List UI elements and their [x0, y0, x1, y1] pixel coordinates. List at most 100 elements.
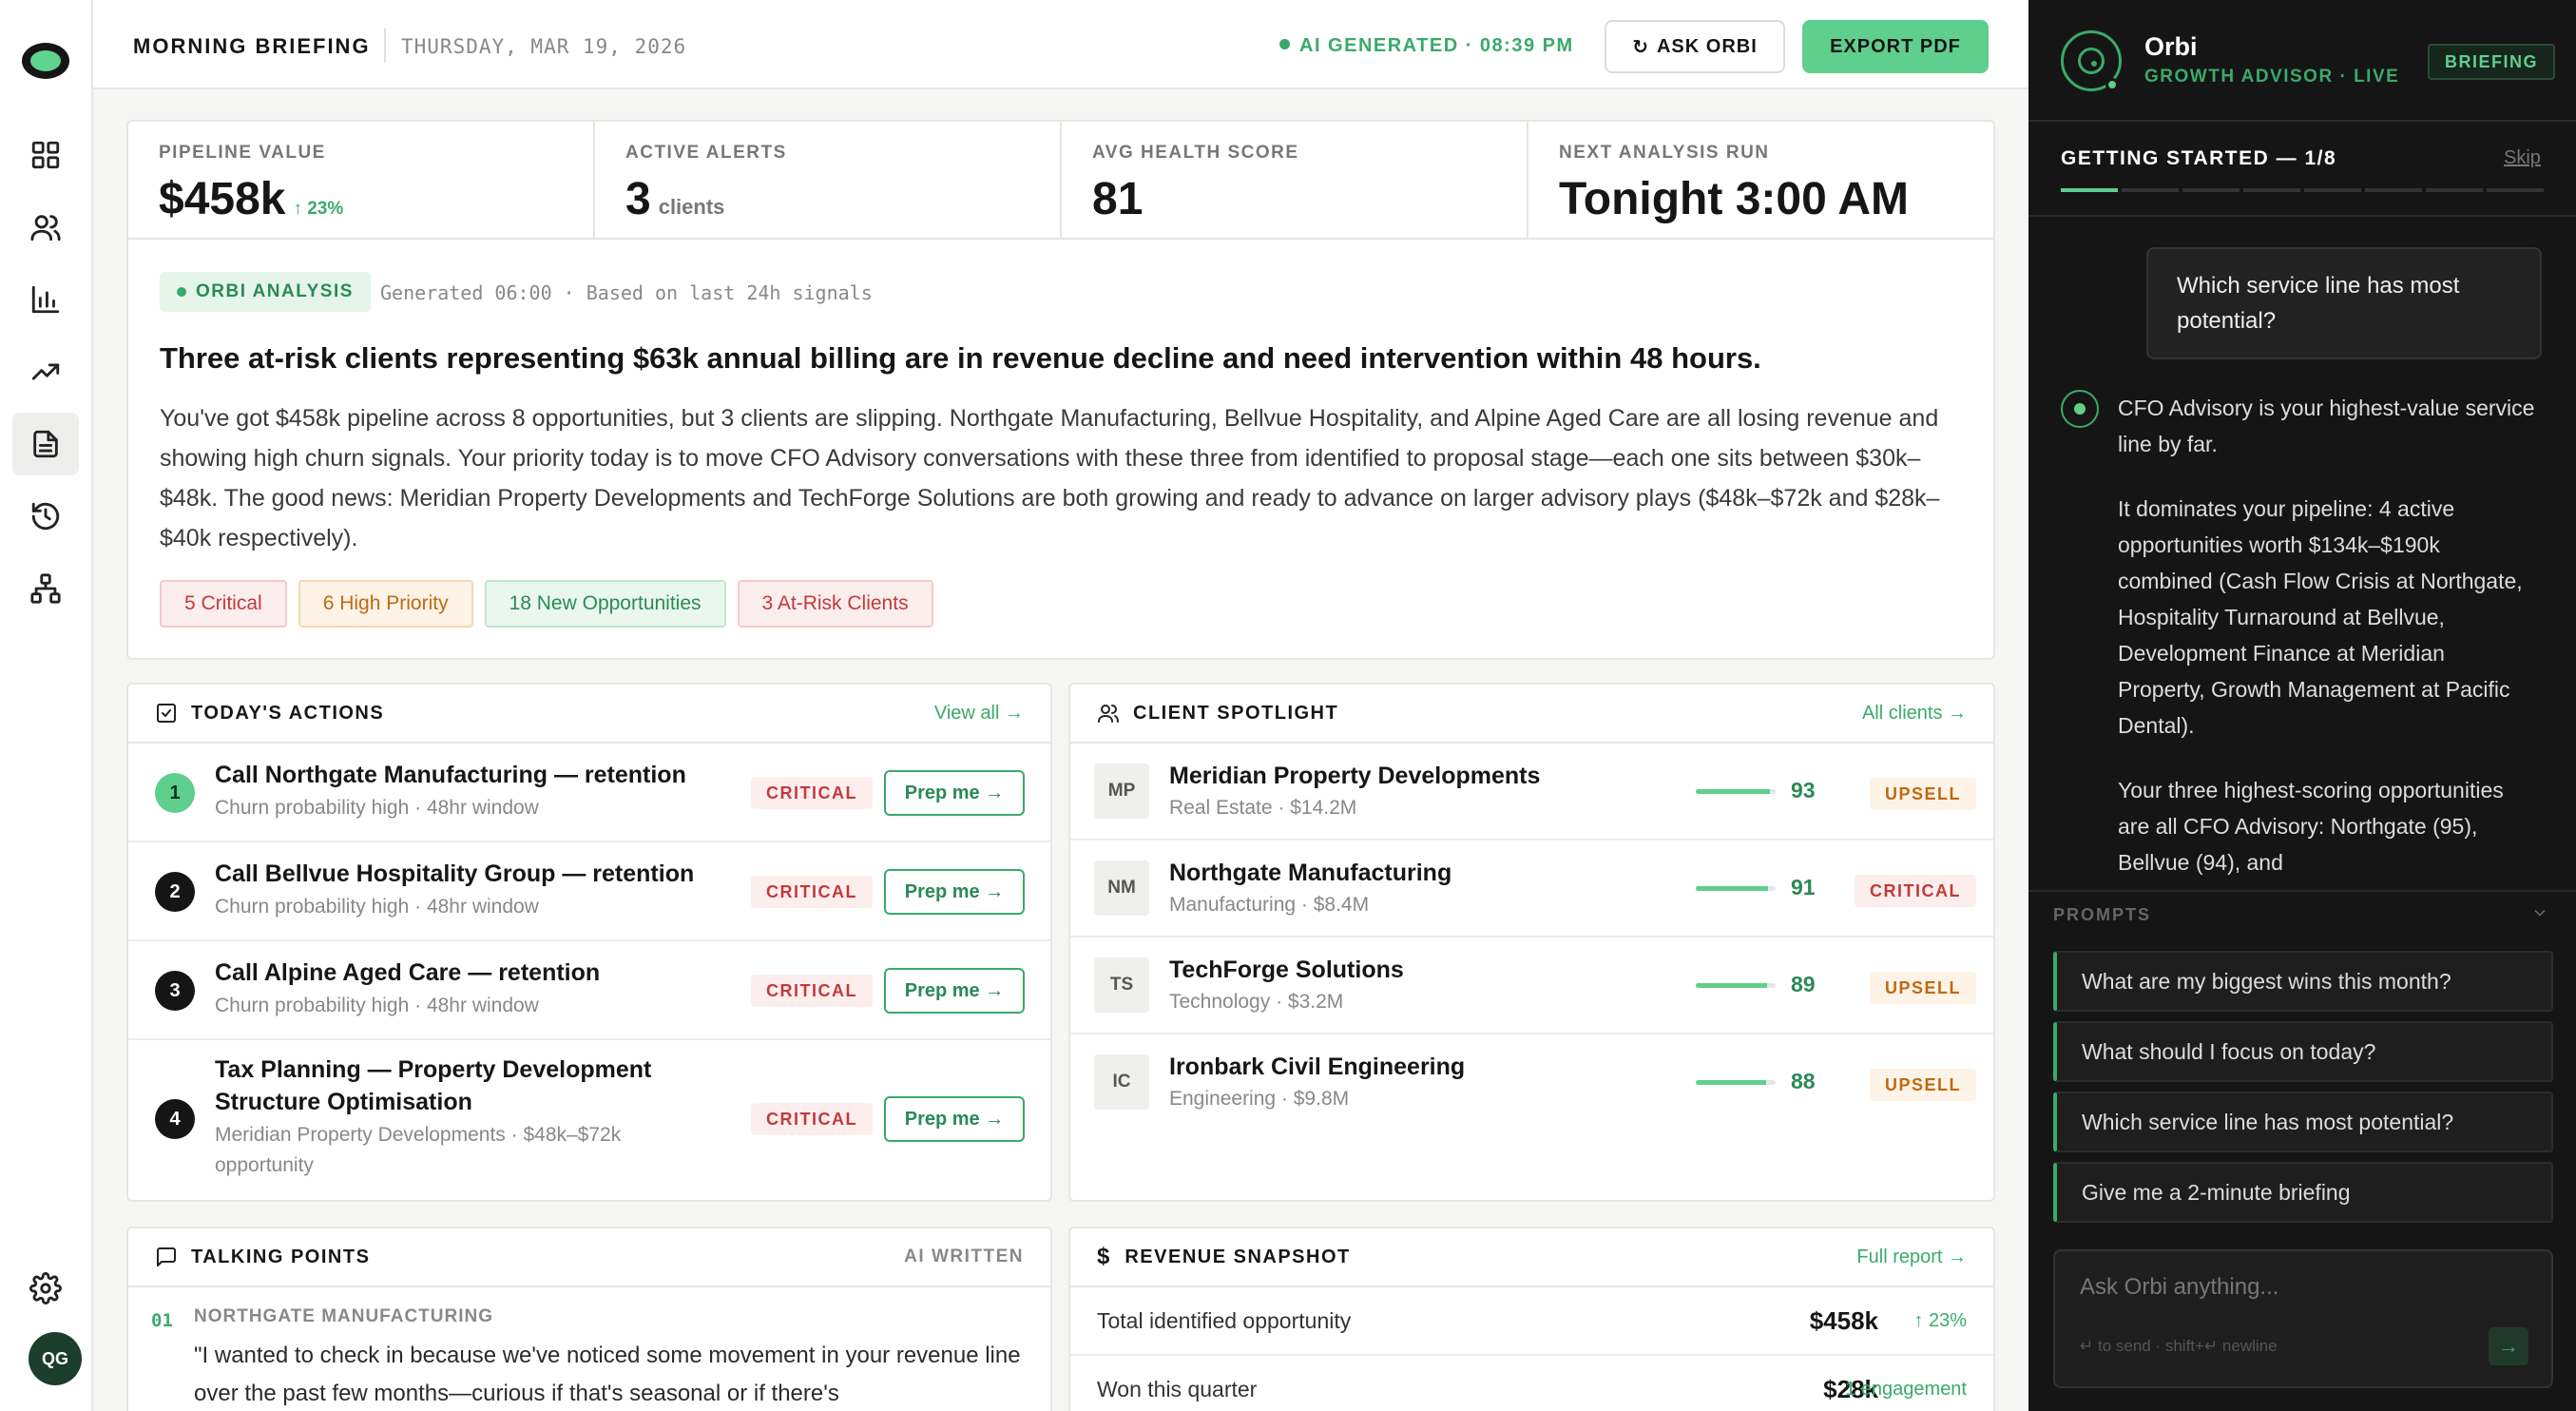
- prep-me-button[interactable]: Prep me →: [884, 1096, 1025, 1142]
- health-bar: [1696, 789, 1776, 794]
- speech-bubble-icon: [157, 1247, 176, 1266]
- stat-delta: ↑ 23%: [293, 199, 344, 219]
- chevron-down-icon[interactable]: [2530, 903, 2549, 922]
- tag-new-opportunities[interactable]: 18 New Opportunities: [484, 580, 726, 628]
- stat-label: NEXT ANALYSIS RUN: [1559, 143, 1770, 163]
- briefing-icon[interactable]: [12, 413, 79, 475]
- prompt-chip[interactable]: What should I focus on today?: [2053, 1021, 2553, 1082]
- assistant-paragraph: It dominates your pipeline: 4 active opp…: [2118, 496, 2523, 738]
- critical-badge: CRITICAL: [751, 975, 873, 1007]
- action-subtitle: Churn probability high · 48hr window: [215, 995, 539, 1016]
- section-title: CLIENT SPOTLIGHT: [1133, 702, 1339, 724]
- stat-value: 3: [625, 174, 651, 224]
- critical-badge: CRITICAL: [751, 1103, 873, 1135]
- progress-step: [2122, 188, 2179, 192]
- revenue-row: Won this quarter $28k 1 engagement: [1070, 1356, 1993, 1411]
- action-title: Call Bellvue Hospitality Group — retenti…: [215, 860, 695, 887]
- prompt-chip[interactable]: Which service line has most potential?: [2053, 1092, 2553, 1152]
- revenue-label: Total identified opportunity: [1097, 1308, 1352, 1333]
- stat-value: $458k: [159, 174, 286, 224]
- chat-thread[interactable]: Which service line has most potential? C…: [2028, 219, 2576, 890]
- analysis-headline: Three at-risk clients representing $63k …: [160, 341, 1761, 375]
- app-logo[interactable]: [22, 43, 69, 79]
- history-icon[interactable]: [12, 485, 79, 548]
- client-meta: Real Estate · $14.2M: [1169, 797, 1357, 819]
- action-item: 2 Call Bellvue Hospitality Group — reten…: [128, 842, 1050, 941]
- badge-label: ORBI ANALYSIS: [196, 281, 354, 301]
- export-pdf-button[interactable]: EXPORT PDF: [1802, 20, 1989, 73]
- status-dot: [177, 287, 186, 297]
- briefing-badge[interactable]: BRIEFING: [2428, 44, 2556, 80]
- prep-me-button[interactable]: Prep me →: [884, 869, 1025, 915]
- all-clients-link[interactable]: All clients →: [1862, 703, 1967, 725]
- clients-icon[interactable]: [12, 196, 79, 259]
- client-row[interactable]: TS TechForge Solutions Technology · $3.2…: [1070, 937, 1993, 1034]
- status-dot: [1279, 39, 1290, 49]
- dashboard-icon[interactable]: [12, 124, 79, 186]
- progress-step: [2426, 188, 2483, 192]
- revenue-delta: ↑ 23%: [1913, 1310, 1967, 1331]
- client-row[interactable]: MP Meridian Property Developments Real E…: [1070, 744, 1993, 841]
- analysis-tags: 5 Critical 6 High Priority 18 New Opport…: [160, 580, 933, 628]
- refresh-icon: ↻: [1632, 36, 1649, 58]
- ask-orbi-box: ↵ to send · shift+↵ newline →: [2053, 1249, 2553, 1388]
- client-status-badge: UPSELL: [1869, 972, 1976, 1004]
- skip-link[interactable]: Skip: [2504, 147, 2541, 169]
- stat-label: PIPELINE VALUE: [159, 143, 326, 163]
- section-title: REVENUE SNAPSHOT: [1125, 1246, 1351, 1267]
- client-meta: Engineering · $9.8M: [1169, 1088, 1350, 1110]
- talking-point-quote: "I wanted to check in because we've noti…: [194, 1343, 1021, 1406]
- assistant-status: GROWTH ADVISOR · LIVE: [2144, 67, 2400, 87]
- orbi-analysis-card: ORBI ANALYSIS Generated 06:00 · Based on…: [126, 238, 1995, 660]
- assistant-paragraph: CFO Advisory is your highest-value servi…: [2118, 396, 2535, 456]
- prep-me-button[interactable]: Prep me →: [884, 968, 1025, 1014]
- settings-icon[interactable]: [12, 1257, 79, 1320]
- full-report-link[interactable]: Full report →: [1856, 1247, 1967, 1268]
- dollar-icon: $: [1097, 1244, 1110, 1269]
- client-row[interactable]: NM Northgate Manufacturing Manufacturing…: [1070, 841, 1993, 937]
- prompt-chip[interactable]: Give me a 2-minute briefing: [2053, 1162, 2553, 1223]
- health-bar-fill: [1696, 886, 1769, 891]
- section-header: $ REVENUE SNAPSHOT Full report →: [1070, 1228, 1993, 1287]
- section-header: TODAY'S ACTIONS View all →: [128, 685, 1050, 744]
- client-name: Northgate Manufacturing: [1169, 860, 1452, 886]
- generated-note: Generated 06:00 · Based on last 24h sign…: [380, 281, 873, 304]
- assistant-name: Orbi: [2144, 32, 2198, 61]
- section-title: TODAY'S ACTIONS: [191, 702, 385, 724]
- header-divider: [384, 29, 386, 63]
- ask-orbi-label: ASK ORBI: [1656, 35, 1758, 57]
- bar-chart-icon[interactable]: [12, 268, 79, 331]
- prompt-chip[interactable]: What are my biggest wins this month?: [2053, 951, 2553, 1012]
- send-button[interactable]: →: [2489, 1327, 2528, 1365]
- live-status-dot: [2105, 78, 2119, 91]
- stat-label: ACTIVE ALERTS: [625, 143, 787, 163]
- progress-step: [2182, 188, 2240, 192]
- action-item: 3 Call Alpine Aged Care — retention Chur…: [128, 941, 1050, 1040]
- health-bar-fill: [1696, 789, 1771, 794]
- orbi-assistant-panel: Orbi GROWTH ADVISOR · LIVE BRIEFING GETT…: [2028, 0, 2576, 1411]
- client-row[interactable]: IC Ironbark Civil Engineering Engineerin…: [1070, 1034, 1993, 1131]
- health-bar-fill: [1696, 983, 1767, 988]
- client-initials: TS: [1094, 957, 1149, 1013]
- tag-critical[interactable]: 5 Critical: [160, 580, 287, 628]
- health-score: 93: [1791, 778, 1816, 802]
- progress-step: [2061, 188, 2118, 192]
- stat-value-row: 3 clients: [625, 173, 1029, 225]
- stat-label: AVG HEALTH SCORE: [1092, 143, 1299, 163]
- ask-orbi-input[interactable]: [2080, 1274, 2527, 1301]
- action-title: Call Alpine Aged Care — retention: [215, 959, 601, 986]
- user-avatar[interactable]: QG: [29, 1332, 82, 1385]
- tag-at-risk-clients[interactable]: 3 At-Risk Clients: [737, 580, 933, 628]
- tag-high-priority[interactable]: 6 High Priority: [298, 580, 473, 628]
- action-title: Tax Planning — Property Development Stru…: [215, 1056, 652, 1115]
- trend-icon[interactable]: [12, 340, 79, 403]
- prep-me-button[interactable]: Prep me →: [884, 770, 1025, 816]
- hierarchy-icon[interactable]: [12, 557, 79, 620]
- view-all-link[interactable]: View all →: [934, 703, 1024, 725]
- ask-orbi-button[interactable]: ↻ ASK ORBI: [1605, 20, 1785, 73]
- client-initials: MP: [1094, 763, 1149, 819]
- stat-value: Tonight 3:00 AM: [1559, 174, 1909, 224]
- client-name: TechForge Solutions: [1169, 957, 1404, 983]
- left-nav-rail: QG: [0, 0, 93, 1411]
- client-meta: Technology · $3.2M: [1169, 991, 1344, 1013]
